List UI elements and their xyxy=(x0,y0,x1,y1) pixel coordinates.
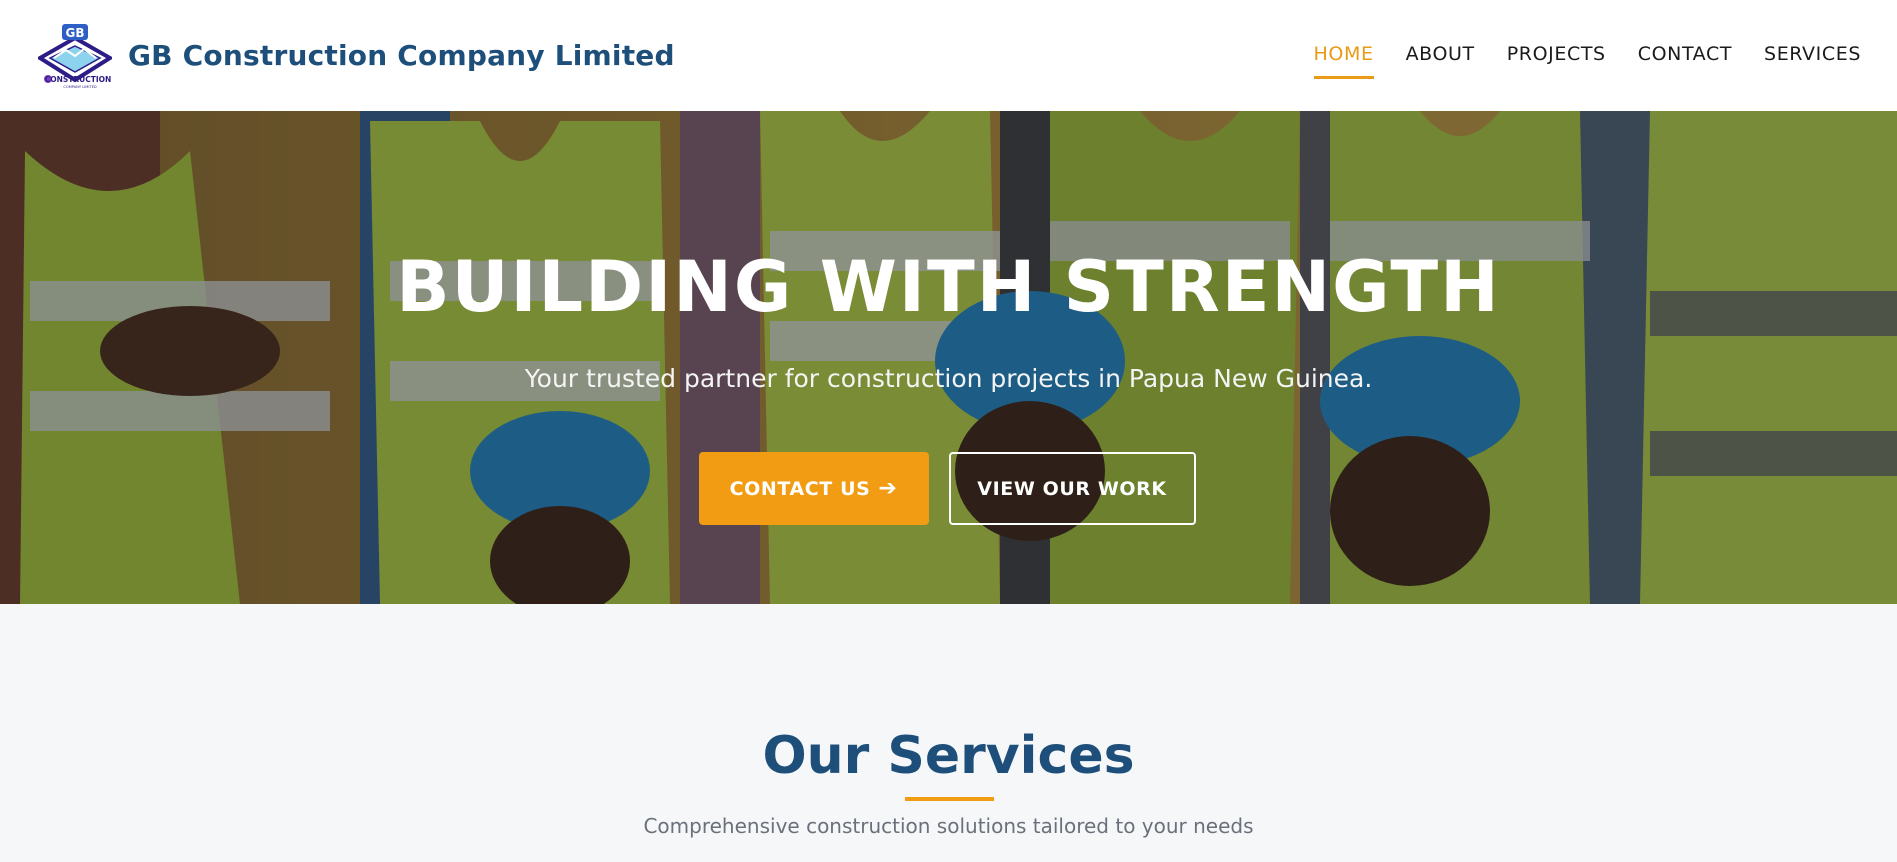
nav-item-about[interactable]: ABOUT xyxy=(1406,33,1475,79)
nav-item-projects[interactable]: PROJECTS xyxy=(1507,33,1606,79)
contact-us-button[interactable]: CONTACT US ➔ xyxy=(698,452,929,525)
site-header: GB CONSTRUCTION COMPANY LIMITED GB Const… xyxy=(0,0,1897,111)
hero-content: BUILDING WITH STRENGTH Your trusted part… xyxy=(0,111,1897,604)
hero-section: BUILDING WITH STRENGTH Your trusted part… xyxy=(0,111,1897,604)
main-nav: HOME ABOUT PROJECTS CONTACT SERVICES xyxy=(1313,33,1861,79)
view-our-work-button[interactable]: VIEW OUR WORK xyxy=(948,452,1196,525)
services-title-underline xyxy=(905,797,994,801)
nav-item-contact[interactable]: CONTACT xyxy=(1638,33,1732,79)
services-section: Our Services Comprehensive construction … xyxy=(0,604,1897,862)
nav-item-home[interactable]: HOME xyxy=(1313,33,1374,79)
services-subtitle: Comprehensive construction solutions tai… xyxy=(643,814,1254,838)
brand-link[interactable]: GB CONSTRUCTION COMPANY LIMITED GB Const… xyxy=(38,22,675,90)
services-title: Our Services xyxy=(762,726,1135,786)
nav-item-services[interactable]: SERVICES xyxy=(1764,33,1861,79)
logo-wordmark: CONSTRUCTION xyxy=(45,75,112,84)
hero-subtitle: Your trusted partner for construction pr… xyxy=(524,364,1373,393)
brand-name[interactable]: GB Construction Company Limited xyxy=(128,39,675,72)
logo-monogram: GB xyxy=(66,26,85,40)
view-our-work-label: VIEW OUR WORK xyxy=(977,477,1167,500)
logo-subline: COMPANY LIMITED xyxy=(63,85,97,89)
company-logo: GB CONSTRUCTION COMPANY LIMITED xyxy=(38,23,112,89)
contact-us-label: CONTACT US xyxy=(729,477,871,500)
hero-title: BUILDING WITH STRENGTH xyxy=(396,246,1501,328)
hero-buttons: CONTACT US ➔ VIEW OUR WORK xyxy=(0,452,1897,525)
arrow-right-icon: ➔ xyxy=(878,475,898,501)
